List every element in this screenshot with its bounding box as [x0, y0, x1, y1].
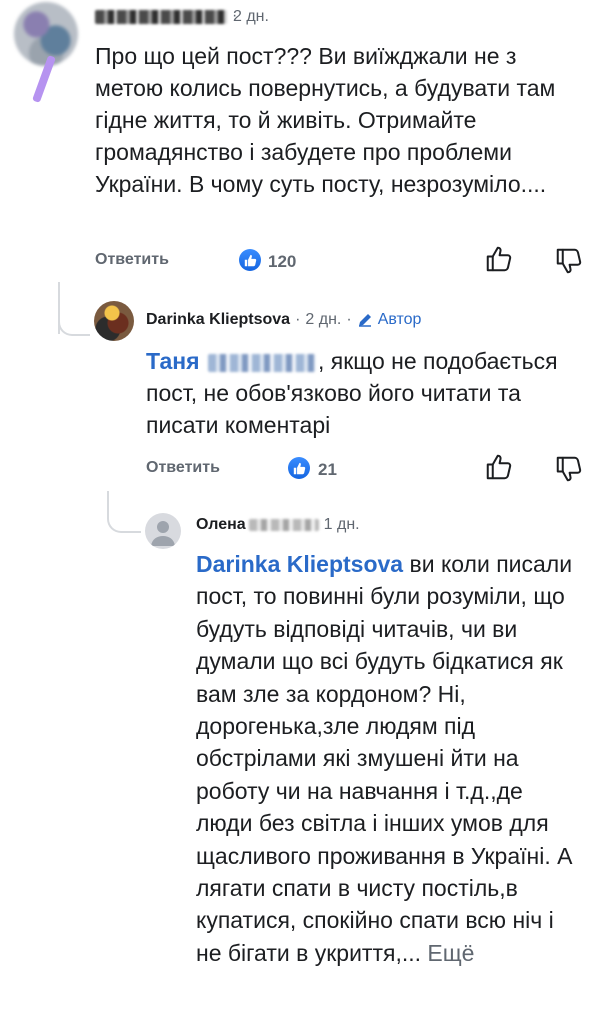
avatar[interactable]	[14, 2, 78, 66]
reply-button[interactable]: Ответить	[95, 251, 169, 269]
dislike-icon[interactable]	[554, 454, 584, 489]
default-avatar-icon	[151, 521, 175, 546]
comment-text: Про що цей пост??? Ви виїжджали не з мет…	[95, 43, 556, 197]
author-name[interactable]: Олена	[196, 516, 246, 534]
comment-text: Таня , якщо не подобається пост, не обов…	[146, 348, 558, 438]
thread-line-curve	[58, 300, 90, 336]
like-reaction-icon	[288, 457, 310, 479]
like-count: 21	[318, 460, 337, 479]
avatar[interactable]	[145, 513, 181, 549]
author-badge: Автор	[377, 311, 422, 328]
see-more-link[interactable]: Ещё	[427, 940, 474, 966]
mention-redacted	[207, 353, 316, 372]
like-reaction-icon	[239, 249, 261, 271]
author-name-redacted[interactable]	[95, 10, 227, 24]
comment-header: 2 дн.	[95, 8, 269, 26]
pencil-icon	[358, 314, 371, 327]
reply-button[interactable]: Ответить	[146, 459, 220, 477]
like-icon[interactable]	[484, 244, 514, 279]
author-name[interactable]: Darinka Klieptsova	[146, 311, 290, 329]
comment-text: Darinka Klieptsova ви коли писали пост, …	[196, 551, 573, 966]
thread-line-curve	[107, 491, 141, 533]
mention-link[interactable]: Таня	[146, 348, 200, 374]
comment-header: Darinka Klieptsova · 2 дн. · Автор	[146, 311, 422, 329]
comment-header: Олена 1 дн.	[196, 516, 360, 534]
avatar[interactable]	[94, 301, 134, 341]
timestamp: 2 дн.	[305, 311, 342, 328]
like-icon[interactable]	[484, 452, 514, 487]
timestamp: 1 дн.	[323, 516, 360, 533]
timestamp: 2 дн.	[233, 8, 269, 25]
mention-link[interactable]: Darinka Klieptsova	[196, 551, 403, 577]
author-surname-redacted	[248, 519, 319, 531]
dislike-icon[interactable]	[554, 246, 584, 281]
like-count: 120	[268, 252, 297, 271]
